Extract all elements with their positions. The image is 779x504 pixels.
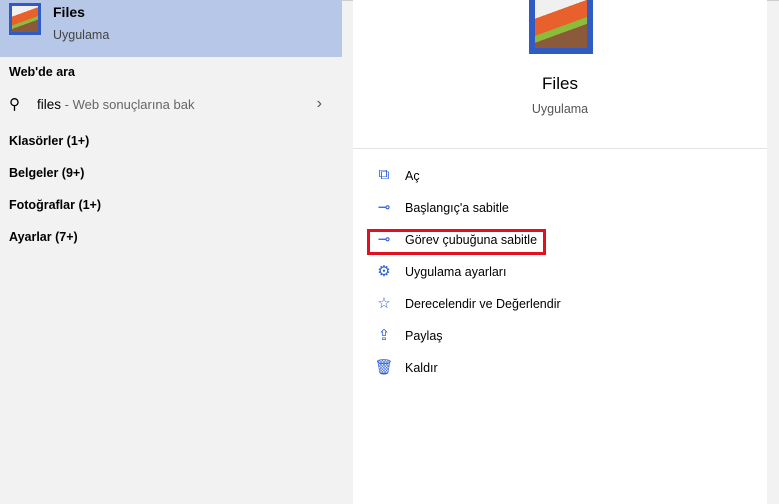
pin-icon: ⊸ <box>377 199 391 216</box>
share-icon: ⇪ <box>377 327 391 344</box>
highlight-box <box>367 229 546 255</box>
action-rate-review[interactable]: ☆ Derecelendir ve Değerlendir <box>373 294 673 316</box>
star-list-icon: ☆ <box>377 295 391 312</box>
action-uninstall[interactable]: 🗑 Kaldır <box>373 358 673 380</box>
files-app-icon <box>9 3 41 35</box>
action-app-settings[interactable]: ⚙ Uygulama ayarları <box>373 262 673 284</box>
action-open[interactable]: ⧉ Aç <box>373 166 673 188</box>
action-label: Kaldır <box>405 361 438 375</box>
category-settings[interactable]: Ayarlar (7+) <box>9 230 78 244</box>
category-documents[interactable]: Belgeler (9+) <box>9 166 84 180</box>
action-share[interactable]: ⇪ Paylaş <box>373 326 673 348</box>
detail-subtitle: Uygulama <box>531 102 589 116</box>
web-suffix: - Web sonuçlarına bak <box>61 97 195 112</box>
detail-panel: Files Uygulama ⧉ Aç ⊸ Başlangıç'a sabitle … <box>353 0 767 504</box>
divider <box>353 148 767 149</box>
web-search-header: Web'de ara <box>9 65 75 79</box>
result-title: Files <box>53 4 85 20</box>
action-pin-start[interactable]: ⊸ Başlangıç'a sabitle <box>373 198 673 220</box>
action-label: Uygulama ayarları <box>405 265 507 279</box>
action-label: Paylaş <box>405 329 443 343</box>
category-folders[interactable]: Klasörler (1+) <box>9 134 89 148</box>
action-label: Derecelendir ve Değerlendir <box>405 297 561 311</box>
search-results-panel: Files Uygulama Web'de ara ⚲ files - Web … <box>0 0 342 504</box>
web-query: files <box>37 97 62 112</box>
result-subtitle: Uygulama <box>53 28 110 42</box>
web-search-item[interactable]: ⚲ files - Web sonuçlarına bak › <box>9 95 334 117</box>
action-label: Başlangıç'a sabitle <box>405 201 509 215</box>
open-icon: ⧉ <box>378 166 390 183</box>
category-photos[interactable]: Fotoğraflar (1+) <box>9 198 101 212</box>
action-label: Aç <box>405 169 420 183</box>
gear-icon: ⚙ <box>377 263 391 280</box>
chevron-right-icon: › <box>316 95 322 112</box>
result-files-app[interactable]: Files Uygulama <box>0 0 342 57</box>
trash-icon: 🗑 <box>374 359 394 376</box>
files-app-large-icon <box>529 0 593 54</box>
detail-title: Files <box>542 74 578 93</box>
search-icon: ⚲ <box>9 96 20 113</box>
